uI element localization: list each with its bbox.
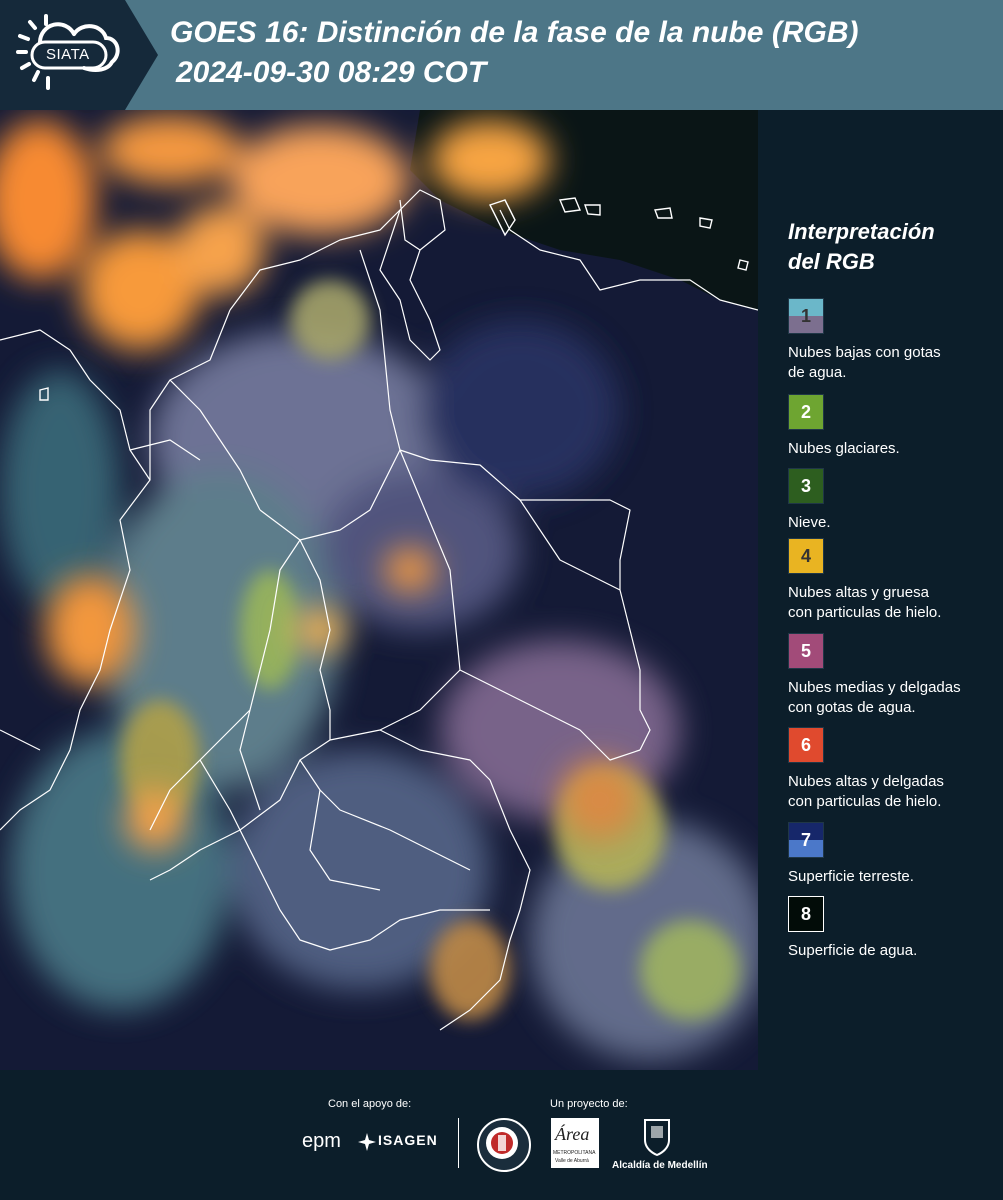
satellite-map[interactable] (0, 110, 758, 1070)
legend-swatch-2: 2 (788, 394, 824, 430)
legend-swatch-4: 4 (788, 538, 824, 574)
legend-swatch-6: 6 (788, 727, 824, 763)
legend-number: 3 (800, 476, 811, 496)
project-label: Un proyecto de: (550, 1098, 628, 1110)
legend-item-7: 7 Superficie terreste. (788, 822, 1000, 887)
legend-item-1: 1 Nubes bajas con gotas de agua. (788, 298, 1000, 383)
legend-label: Nubes medias y delgadas con gotas de agu… (788, 679, 961, 716)
legend-item-3: 3 Nieve. (788, 468, 1000, 533)
isagen-star-icon (358, 1133, 376, 1151)
timestamp: 2024-09-30 08:29 COT (176, 56, 487, 89)
legend-number: 7 (800, 830, 811, 850)
legend-label: Superficie de agua. (788, 942, 918, 959)
coat-of-arms-icon (644, 1119, 670, 1156)
legend-item-4: 4 Nubes altas y gruesa con particulas de… (788, 538, 1000, 623)
legend-number: 6 (800, 735, 811, 755)
legend-label: Nubes altas y gruesa con particulas de h… (788, 584, 942, 621)
legend-item-8: 8 Superficie de agua. (788, 896, 1000, 961)
legend-title: Interpretación del RGB (788, 219, 935, 274)
siata-logo-text: SIATA (46, 46, 90, 63)
legend-number: 4 (800, 546, 811, 566)
legend-label: Nieve. (788, 514, 831, 531)
seal-logo (477, 1118, 531, 1172)
legend-item-5: 5 Nubes medias y delgadas con gotas de a… (788, 633, 1000, 718)
legend-number: 1 (800, 306, 811, 326)
legend-swatch-8: 8 (788, 896, 824, 932)
legend-swatch-5: 5 (788, 633, 824, 669)
legend-number: 2 (800, 402, 811, 422)
rgb-satellite-image (0, 110, 758, 1070)
page-title: GOES 16: Distinción de la fase de la nub… (170, 16, 859, 49)
legend-label: Nubes bajas con gotas de agua. (788, 344, 941, 381)
legend-label: Nubes glaciares. (788, 440, 900, 457)
legend-swatch-3: 3 (788, 468, 824, 504)
epm-logo: epm (302, 1130, 341, 1152)
legend-label: Superficie terreste. (788, 868, 914, 885)
legend-item-2: 2 Nubes glaciares. (788, 394, 1000, 459)
header-bar: SIATA GOES 16: Distinción de la fase de … (0, 0, 1003, 110)
support-label: Con el apoyo de: (328, 1098, 412, 1110)
area-metropolitana-logo: Área METROPOLITANA Valle de Aburrá (551, 1118, 599, 1168)
alcaldia-medellin-logo: Alcaldía de Medellín (612, 1118, 708, 1174)
legend-swatch-1: 1 (788, 298, 824, 334)
legend-number: 5 (800, 641, 811, 661)
legend-swatch-7: 7 (788, 822, 824, 858)
footer-divider (458, 1118, 459, 1168)
footer: Con el apoyo de: Un proyecto de: epm ISA… (0, 1070, 1003, 1200)
siata-logo: SIATA (0, 0, 158, 110)
legend-label: Nubes altas y delgadas con particulas de… (788, 773, 944, 810)
legend-item-6: 6 Nubes altas y delgadas con particulas … (788, 727, 1000, 812)
legend-panel: Interpretación del RGB 1 Nubes bajas con… (758, 110, 1003, 1070)
legend-number: 8 (800, 904, 811, 924)
seal-emblem-icon (486, 1127, 518, 1159)
